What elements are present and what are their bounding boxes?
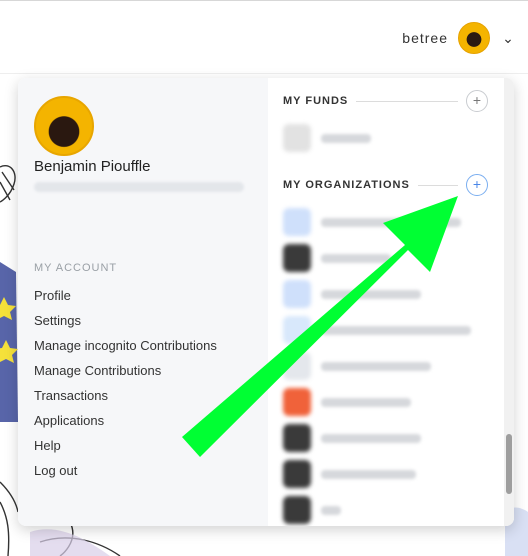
divider — [356, 100, 458, 102]
menu-item-incognito-contributions[interactable]: Manage incognito Contributions — [34, 336, 217, 361]
menu-item-manage-contributions[interactable]: Manage Contributions — [34, 361, 217, 386]
organization-name-blurred — [321, 469, 416, 479]
organization-logo — [283, 244, 311, 272]
fund-name-blurred — [321, 133, 371, 143]
fund-item[interactable] — [283, 124, 371, 152]
my-funds-title: MY FUNDS — [283, 95, 349, 107]
user-avatar[interactable] — [458, 22, 490, 54]
profile-email-blurred — [34, 182, 244, 192]
organization-name-blurred — [321, 361, 431, 371]
organization-item[interactable] — [283, 388, 411, 416]
organization-name-blurred — [321, 397, 411, 407]
username-label: betree — [402, 30, 448, 46]
organization-logo — [283, 208, 311, 236]
my-organizations-header: MY ORGANIZATIONS + — [283, 174, 488, 196]
divider — [417, 184, 458, 186]
organization-item[interactable] — [283, 208, 461, 236]
chevron-down-icon[interactable]: ⌄ — [500, 30, 516, 47]
profile-avatar[interactable] — [34, 96, 94, 156]
organization-item[interactable] — [283, 244, 391, 272]
my-funds-header: MY FUNDS + — [283, 90, 488, 112]
menu-item-logout[interactable]: Log out — [34, 461, 217, 486]
menu-item-profile[interactable]: Profile — [34, 286, 217, 311]
scrollbar[interactable] — [504, 78, 514, 526]
add-organization-button[interactable]: + — [466, 174, 488, 196]
organization-logo — [283, 424, 311, 452]
menu-item-help[interactable]: Help — [34, 436, 217, 461]
profile-name: Benjamin Piouffle — [34, 158, 151, 175]
user-dropdown-menu: Benjamin Piouffle MY ACCOUNT Profile Set… — [18, 78, 514, 526]
menu-item-applications[interactable]: Applications — [34, 411, 217, 436]
organization-logo — [283, 352, 311, 380]
menu-item-transactions[interactable]: Transactions — [34, 386, 217, 411]
organization-name-blurred — [321, 505, 341, 515]
organization-name-blurred — [321, 217, 461, 227]
organization-item[interactable] — [283, 280, 421, 308]
organization-item[interactable] — [283, 352, 431, 380]
my-organizations-title: MY ORGANIZATIONS — [283, 179, 410, 191]
account-menu-list: Profile Settings Manage incognito Contri… — [34, 286, 217, 486]
collectives-panel: MY FUNDS + MY ORGANIZATIONS + — [268, 78, 504, 526]
organization-name-blurred — [321, 433, 421, 443]
organization-logo — [283, 496, 311, 524]
organization-item[interactable] — [283, 424, 421, 452]
my-account-heading: MY ACCOUNT — [34, 262, 118, 274]
scrollbar-thumb[interactable] — [506, 434, 512, 494]
organization-name-blurred — [321, 289, 421, 299]
organization-logo — [283, 316, 311, 344]
account-panel: Benjamin Piouffle MY ACCOUNT Profile Set… — [18, 78, 268, 526]
organization-logo — [283, 460, 311, 488]
add-fund-button[interactable]: + — [466, 90, 488, 112]
organization-name-blurred — [321, 325, 471, 335]
organization-logo — [283, 388, 311, 416]
user-menu-trigger[interactable]: betree ⌄ — [402, 21, 516, 55]
fund-logo — [283, 124, 311, 152]
organization-name-blurred — [321, 253, 391, 263]
menu-item-settings[interactable]: Settings — [34, 311, 217, 336]
organization-item[interactable] — [283, 460, 416, 488]
organization-logo — [283, 280, 311, 308]
top-bar: betree ⌄ — [0, 0, 528, 74]
organization-item[interactable] — [283, 496, 341, 524]
organization-item[interactable] — [283, 316, 471, 344]
